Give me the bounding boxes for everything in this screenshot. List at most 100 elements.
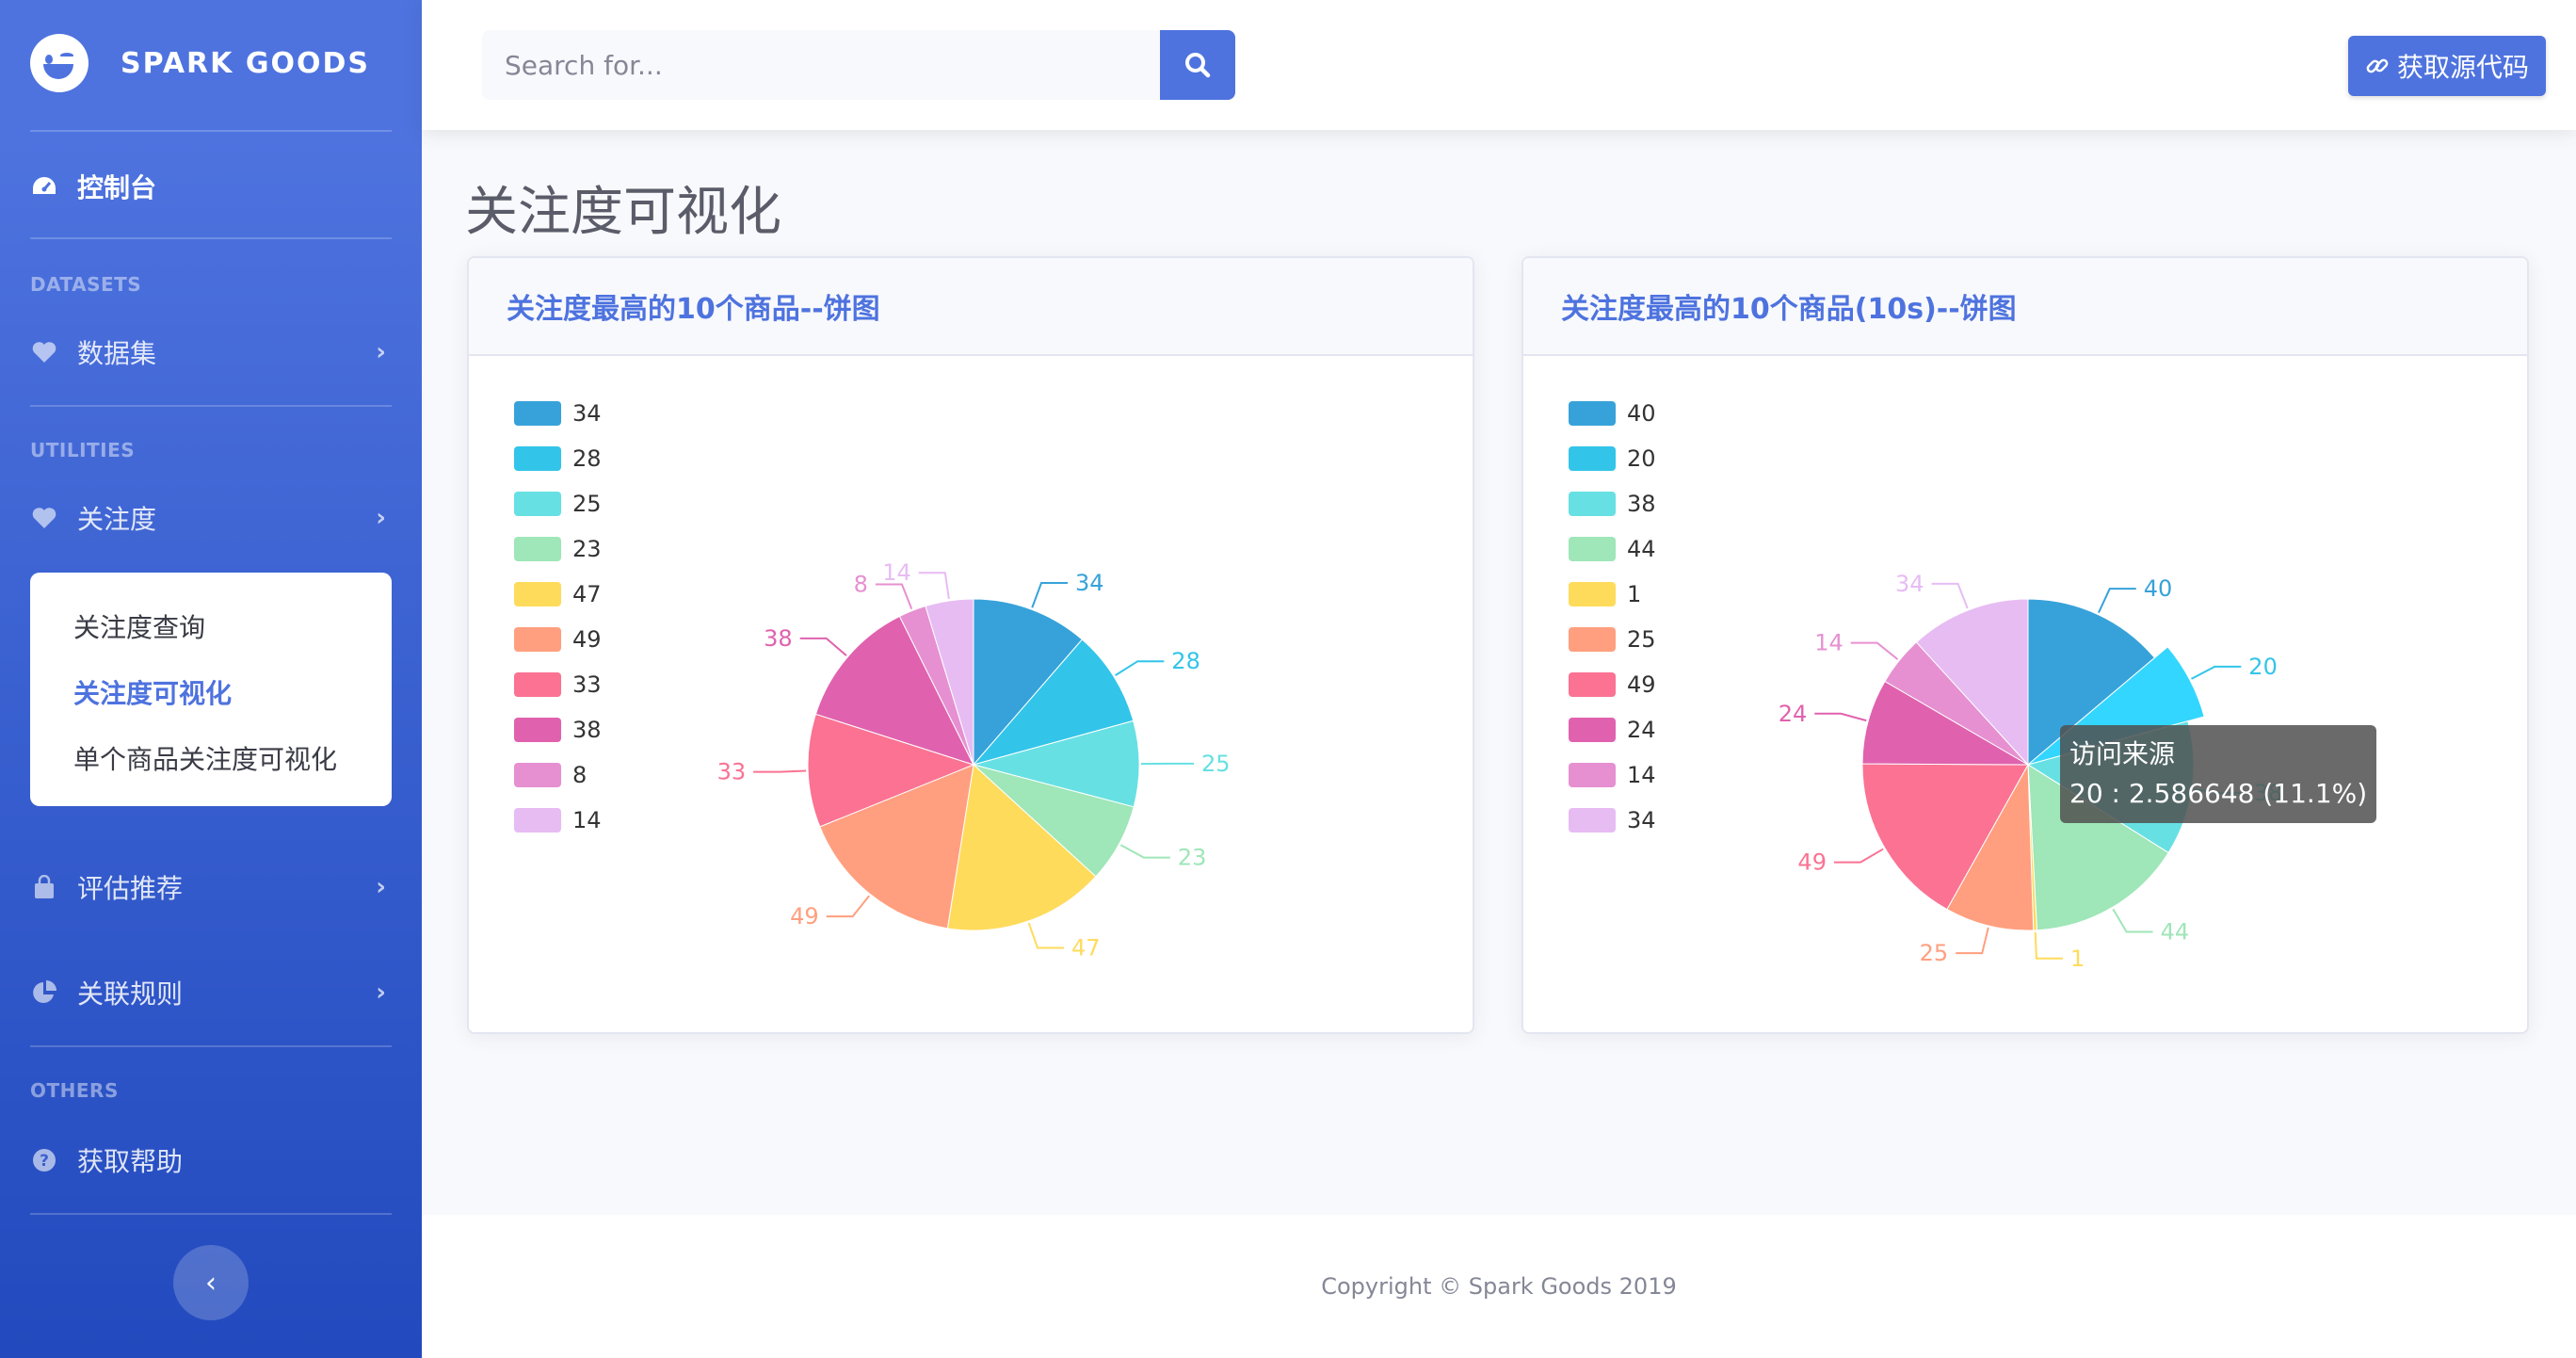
legend-label[interactable]: 23 [572,536,602,562]
pie-chart[interactable]: 34 28 25 23 47 49 33 38 8 14 34 28 25 23 47 49 33 38 8 14 [469,356,1473,1034]
legend-swatch[interactable] [1569,627,1616,652]
chevron-right-icon: › [376,873,386,901]
legend-swatch[interactable] [514,763,561,787]
legend-label[interactable]: 28 [572,445,602,472]
slice-label: 49 [790,903,819,930]
card-title: 关注度最高的10个商品--饼图 [469,258,1473,356]
tachometer-icon [30,172,58,201]
slice-label: 47 [1071,934,1101,961]
legend-label[interactable]: 25 [1627,626,1656,653]
legend-swatch[interactable] [514,492,561,516]
search-input[interactable] [482,30,1160,100]
legend-swatch[interactable] [1569,446,1616,471]
legend-swatch[interactable] [1569,718,1616,742]
label-line [875,583,913,609]
label-line [2112,908,2153,933]
legend-label[interactable]: 49 [1627,671,1656,698]
label-line [799,637,847,656]
label-line [2191,665,2242,680]
legend-swatch[interactable] [1569,672,1616,697]
nav-rules[interactable]: 关联规则 › [30,964,392,1021]
heart-icon [30,338,58,366]
heading-utilities: UTILITIES [30,439,136,461]
nav-help[interactable]: ? 获取帮助 [30,1132,392,1188]
nav-evaluate-label: 评估推荐 [77,873,184,904]
submenu-item-single-item-visualization[interactable]: 单个商品关注度可视化 [30,725,392,791]
copyright-text: Copyright © Spark Goods 2019 [1321,1273,1677,1300]
legend-label[interactable]: 24 [1627,717,1656,743]
legend-label[interactable]: 14 [1627,762,1656,788]
legend-swatch[interactable] [1569,492,1616,516]
sidebar-divider [30,1045,392,1047]
slice-label: 33 [717,759,747,785]
legend-swatch[interactable] [1569,808,1616,833]
legend-label[interactable]: 38 [572,717,602,743]
chevron-right-icon: › [376,504,386,532]
legend-label[interactable]: 49 [572,626,602,653]
brand-logo-icon [30,34,89,92]
label-line [1119,844,1170,859]
svg-text:?: ? [40,1152,49,1171]
legend-label[interactable]: 47 [572,581,602,607]
legend-label[interactable]: 20 [1627,445,1656,472]
nav-dashboard[interactable]: 控制台 [30,158,392,215]
legend-swatch[interactable] [1569,537,1616,561]
label-line [918,572,950,600]
nav-help-label: 获取帮助 [77,1146,184,1177]
submenu-item-attention-visualization[interactable]: 关注度可视化 [30,659,392,725]
legend-swatch[interactable] [514,808,561,833]
legend-label[interactable]: 40 [1627,400,1656,427]
topbar: 获取源代码 [422,0,2576,130]
legend-label[interactable]: 1 [1627,581,1641,607]
pie-chart-icon [30,978,58,1007]
label-line [753,769,807,773]
legend-swatch[interactable] [514,672,561,697]
legend-swatch[interactable] [514,718,561,742]
legend-swatch[interactable] [514,446,561,471]
legend-swatch[interactable] [514,582,561,606]
legend-label[interactable]: 38 [1627,491,1656,517]
legend-label[interactable]: 8 [572,762,587,788]
brand[interactable]: SPARK GOODS [30,32,370,94]
legend-label[interactable]: 33 [572,671,602,698]
slice-label: 38 [764,625,793,652]
search-button[interactable] [1160,30,1235,100]
get-source-code-button[interactable]: 获取源代码 [2348,36,2546,96]
nav-attention[interactable]: 关注度 › [30,490,392,546]
sidebar: SPARK GOODS 控制台 DATASETS 数据集 › UTILITIES… [0,0,422,1358]
slice-label: 24 [1779,701,1808,727]
label-line [1850,641,1899,660]
label-line [1833,848,1884,864]
submenu-item-attention-query[interactable]: 关注度查询 [30,593,392,659]
pie-chart[interactable]: 40203844125492414344020384412549241434 [1523,356,2527,1034]
search-icon [1185,53,1211,78]
legend-label[interactable]: 25 [572,491,602,517]
legend-label[interactable]: 34 [1627,807,1656,833]
legend-swatch[interactable] [1569,582,1616,606]
label-line [826,895,870,918]
heading-others: OTHERS [30,1079,119,1102]
slice-label: 34 [1895,571,1924,597]
legend-swatch[interactable] [514,627,561,652]
legend-label[interactable]: 44 [1627,536,1656,562]
legend-swatch[interactable] [514,537,561,561]
legend-label[interactable]: 14 [572,807,602,833]
sidebar-divider [30,1213,392,1215]
get-source-code-label: 获取源代码 [2396,52,2529,83]
tooltip-text: 20 : 2.586648 (11.1%) [2069,778,2368,809]
label-line [1031,582,1069,608]
legend-swatch[interactable] [514,401,561,426]
label-line [2034,931,2063,960]
legend-swatch[interactable] [1569,401,1616,426]
nav-datasets[interactable]: 数据集 › [30,324,392,380]
label-line [1027,922,1064,949]
sidebar-toggle-button[interactable]: ‹ [173,1245,249,1320]
slice-label: 14 [882,559,911,586]
slice-label: 28 [1171,648,1200,674]
chart-tooltip: 访问来源 20 : 2.586648 (11.1%) [2060,725,2377,823]
sidebar-divider [30,237,392,239]
legend-label[interactable]: 34 [572,400,602,427]
nav-evaluate[interactable]: 评估推荐 › [30,859,392,915]
slice-label: 40 [2144,575,2173,602]
legend-swatch[interactable] [1569,763,1616,787]
